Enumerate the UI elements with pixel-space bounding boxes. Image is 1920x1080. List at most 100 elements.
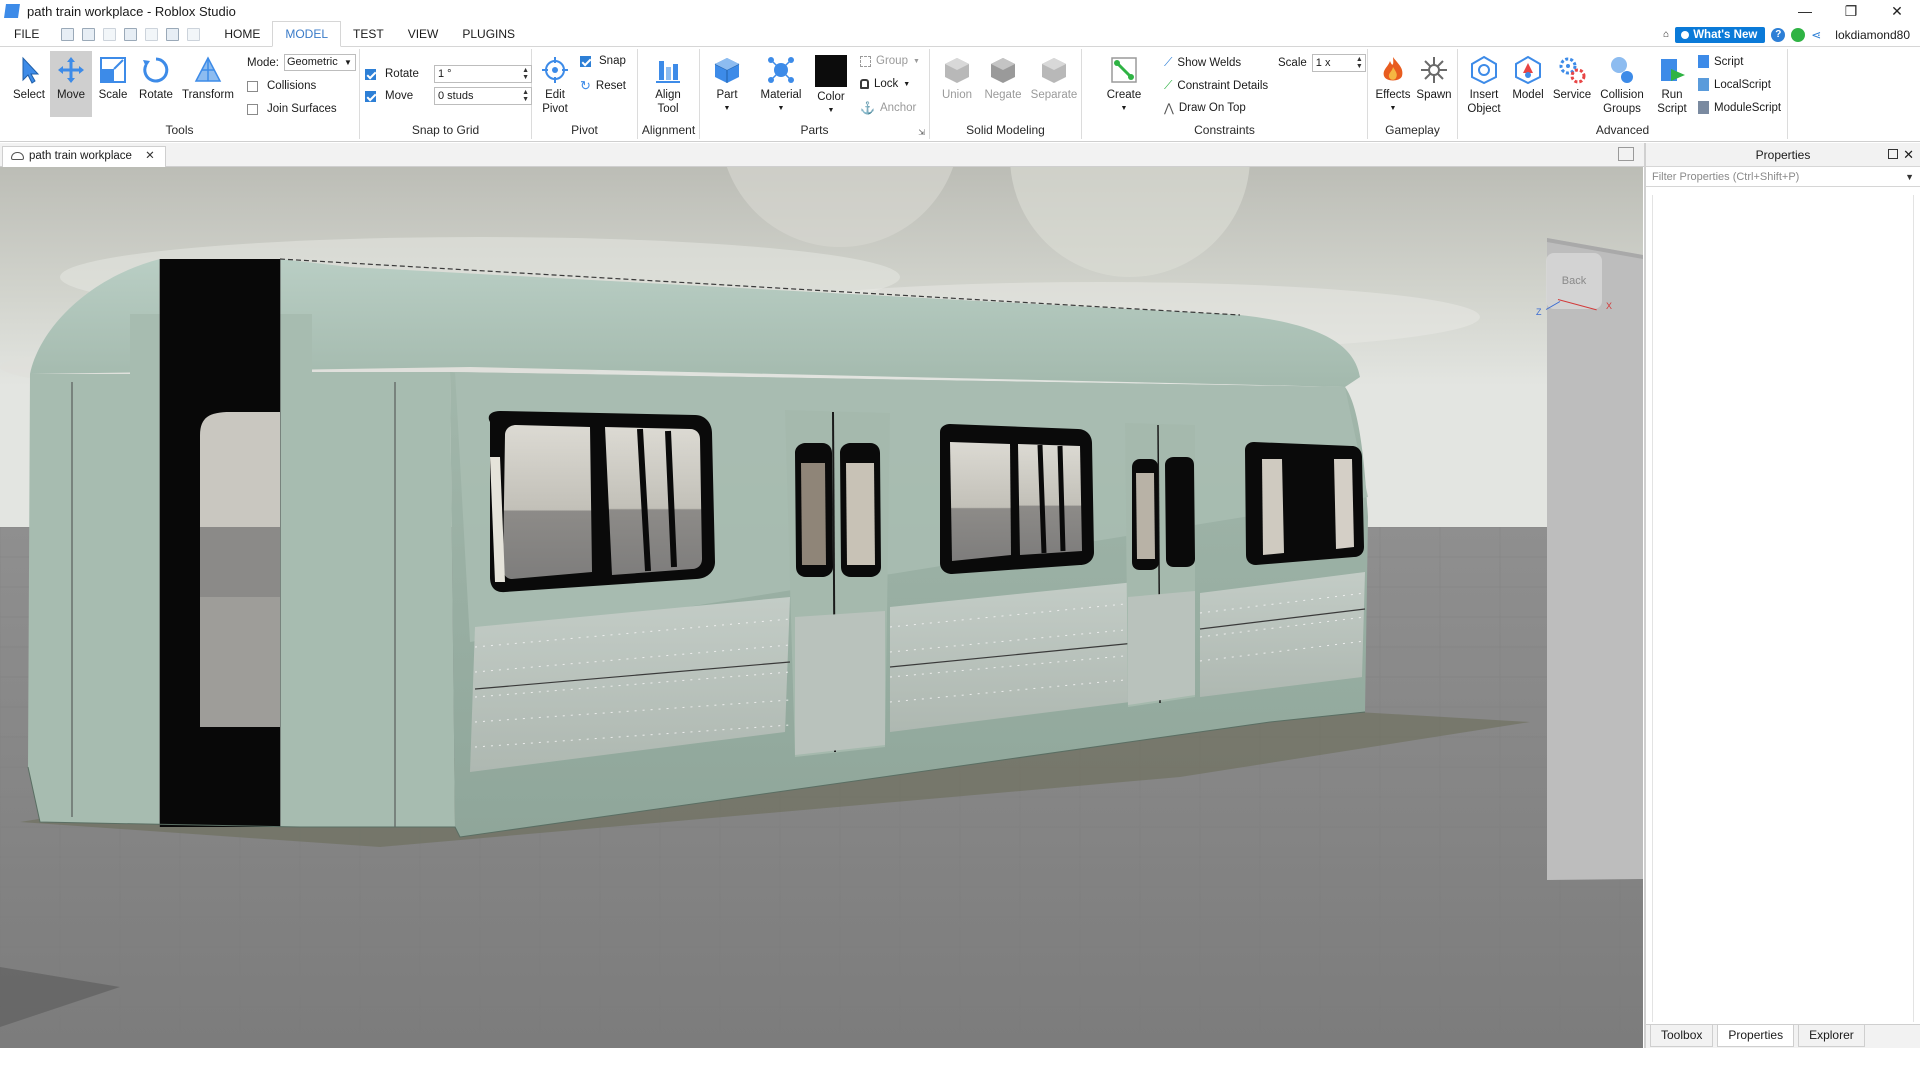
tab-explorer[interactable]: Explorer — [1798, 1025, 1865, 1047]
file-menu[interactable]: FILE — [0, 27, 53, 41]
run-script-icon — [1661, 59, 1685, 81]
dropdown-arrow-icon: ▼ — [344, 58, 352, 67]
tab-properties[interactable]: Properties — [1717, 1025, 1795, 1047]
local-script-row[interactable]: LocalScript — [1698, 78, 1771, 91]
constraint-details-label: Constraint Details — [1177, 79, 1269, 92]
save-icon[interactable] — [145, 27, 159, 41]
group-icon — [860, 55, 871, 67]
collapse-ribbon-icon[interactable]: ⌂ — [1663, 29, 1669, 40]
axis-gizmo: X Z — [1536, 289, 1612, 319]
effects-tool[interactable]: Effects ▼ — [1372, 55, 1414, 116]
draw-on-top-icon: ⋀ — [1164, 101, 1174, 115]
collisions-row[interactable]: Collisions — [247, 80, 316, 92]
tab-plugins[interactable]: PLUGINS — [450, 22, 527, 47]
select-tool[interactable]: Select — [9, 55, 49, 103]
new-file-icon[interactable] — [61, 27, 75, 41]
close-window-button[interactable]: ✕ — [1874, 0, 1920, 22]
publish-icon[interactable] — [124, 27, 138, 41]
constraint-scale-input[interactable]: 1 x ▲ ▼ — [1311, 54, 1366, 72]
viewport-layout-icon[interactable] — [1618, 147, 1634, 161]
collisions-checkbox[interactable] — [247, 80, 258, 92]
move-snap-input[interactable]: 0 studs ▲ ▼ — [434, 87, 532, 105]
redo-arrow-icon[interactable] — [187, 27, 201, 41]
dropdown-arrow-icon: ▼ — [1389, 105, 1397, 112]
color-tool[interactable]: Color ▼ — [812, 55, 850, 118]
edit-pivot-label-1: Edit — [545, 89, 565, 101]
module-script-icon — [1698, 101, 1709, 114]
spinner-icon[interactable]: ▲ ▼ — [522, 67, 529, 81]
separate-tool[interactable]: Separate — [1030, 55, 1078, 102]
part-tool[interactable]: Part ▼ — [708, 55, 746, 116]
spinner-icon[interactable]: ▲ ▼ — [1356, 56, 1363, 70]
dropdown-arrow-icon[interactable]: ▼ — [1905, 167, 1914, 187]
color-label: Color — [817, 91, 845, 103]
local-script-icon — [1698, 78, 1709, 91]
scale-tool[interactable]: Scale — [94, 55, 132, 102]
constraints-group-label: Constraints — [1194, 123, 1255, 137]
negate-tool[interactable]: Negate — [982, 55, 1024, 102]
service-tool[interactable]: Service — [1550, 55, 1594, 102]
expand-corner-icon[interactable]: ⇲ — [918, 128, 925, 137]
dropdown-arrow-icon: ▼ — [903, 80, 911, 88]
join-surfaces-checkbox[interactable] — [247, 103, 258, 115]
minimize-button[interactable]: — — [1782, 0, 1828, 22]
status-icon[interactable] — [1791, 27, 1806, 42]
spawn-tool[interactable]: Spawn — [1414, 55, 1454, 102]
document-tab-name: path train workplace — [29, 150, 132, 162]
move-snap-checkbox[interactable] — [365, 90, 376, 102]
undock-icon[interactable] — [1888, 149, 1898, 159]
3d-viewport[interactable]: Back X Z — [0, 167, 1643, 1048]
properties-filter-input[interactable]: Filter Properties (Ctrl+Shift+P) ▼ — [1646, 167, 1920, 187]
close-tab-icon[interactable]: ✕ — [145, 150, 155, 162]
redo-icon[interactable] — [103, 27, 117, 41]
material-tool[interactable]: Material ▼ — [758, 55, 804, 116]
whats-new-button[interactable]: What's New — [1675, 26, 1766, 43]
show-welds-row[interactable]: ⟋ Show Welds — [1164, 55, 1241, 70]
transform-tool[interactable]: Transform — [180, 55, 236, 102]
draw-on-top-row[interactable]: ⋀ Draw On Top — [1164, 101, 1246, 115]
tab-home[interactable]: HOME — [212, 22, 272, 47]
rotate-snap-checkbox[interactable] — [365, 68, 376, 80]
pivot-snap-row[interactable]: Snap — [580, 55, 626, 67]
pivot-reset-row[interactable]: ↻ Reset — [580, 78, 626, 94]
maximize-button[interactable]: ❐ — [1828, 0, 1874, 22]
anchor-row[interactable]: ⚓ Anchor — [860, 101, 916, 115]
collision-groups-tool[interactable]: Collision Groups — [1596, 55, 1648, 116]
insert-object-label-1: Insert — [1469, 89, 1499, 101]
mode-select[interactable]: Geometric ▼ — [283, 54, 356, 71]
rotate-label: Rotate — [139, 89, 173, 101]
script-row[interactable]: Script — [1698, 55, 1743, 68]
username[interactable]: lokdiamond80 — [1835, 28, 1910, 42]
tab-model[interactable]: MODEL — [272, 21, 342, 47]
spinner-icon[interactable]: ▲ ▼ — [522, 89, 529, 103]
tab-test[interactable]: TEST — [341, 22, 396, 47]
model-tool[interactable]: Model — [1508, 55, 1548, 102]
tab-toolbox[interactable]: Toolbox — [1650, 1025, 1714, 1047]
document-tab[interactable]: path train workplace ✕ — [2, 146, 166, 167]
insert-object-tool[interactable]: Insert Object — [1462, 55, 1506, 116]
undo-icon[interactable] — [166, 27, 180, 41]
edit-pivot-tool[interactable]: Edit Pivot — [536, 55, 574, 116]
align-tool[interactable]: Align Tool — [648, 55, 688, 116]
share-icon[interactable]: ⋖ — [1811, 28, 1825, 42]
module-script-row[interactable]: ModuleScript — [1698, 101, 1781, 114]
tab-view[interactable]: VIEW — [396, 22, 451, 47]
create-constraint-tool[interactable]: Create ▼ — [1104, 55, 1144, 116]
open-file-icon[interactable] — [82, 27, 96, 41]
join-surfaces-row[interactable]: Join Surfaces — [247, 103, 337, 115]
constraint-details-row[interactable]: ⟋ Constraint Details — [1164, 78, 1268, 93]
quick-access-toolbar — [61, 27, 201, 41]
close-panel-icon[interactable]: ✕ — [1903, 143, 1914, 167]
lock-row[interactable]: Lock ▼ — [860, 78, 910, 90]
help-icon[interactable]: ? — [1771, 27, 1786, 42]
mode-value: Geometric — [286, 56, 338, 68]
union-tool[interactable]: Union — [938, 55, 976, 102]
pivot-snap-checkbox[interactable] — [580, 55, 591, 67]
group-row[interactable]: Group ▼ — [860, 55, 920, 67]
rotate-tool[interactable]: Rotate — [136, 55, 176, 102]
scene[interactable] — [0, 167, 1643, 1048]
rotate-snap-input[interactable]: 1 ° ▲ ▼ — [434, 65, 532, 83]
mode-label: Mode: — [247, 56, 279, 69]
move-tool[interactable]: Move — [50, 51, 92, 117]
run-script-tool[interactable]: Run Script — [1650, 55, 1694, 116]
